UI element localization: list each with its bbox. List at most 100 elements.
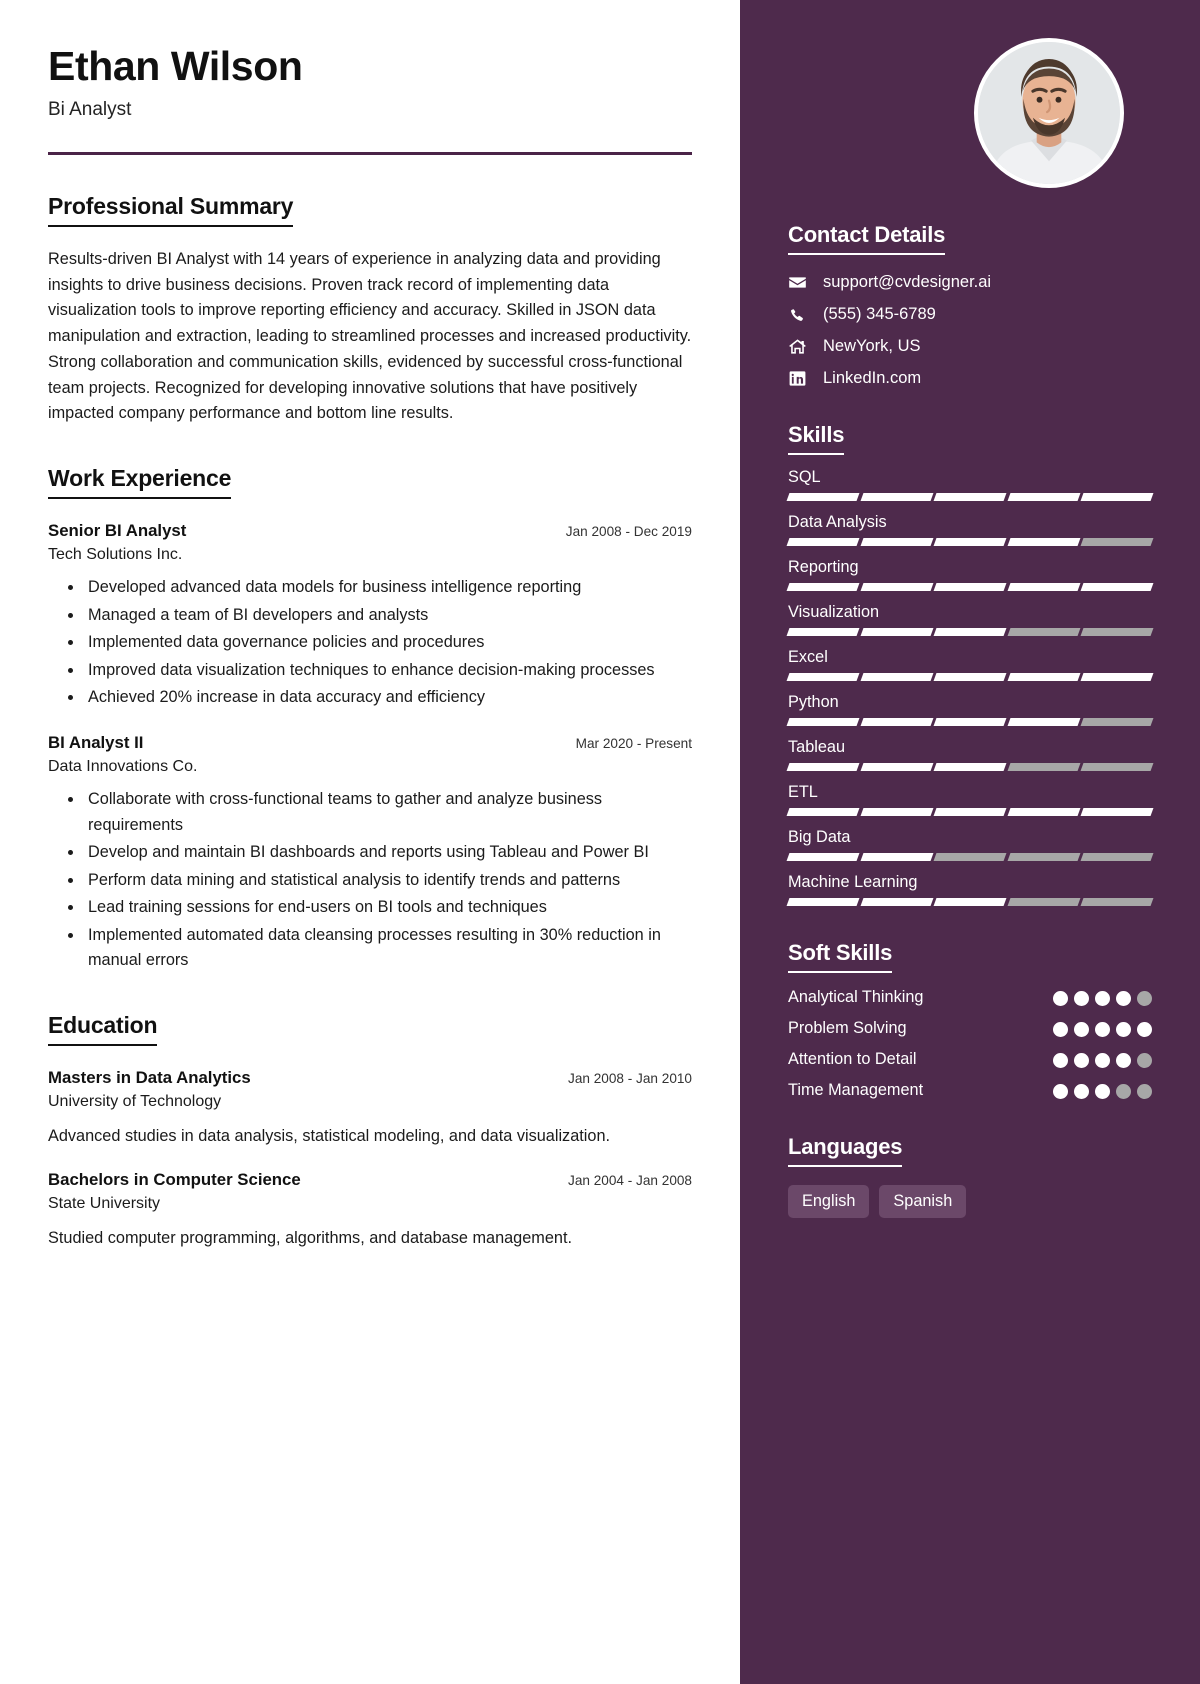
skill-item: Excel [786,648,1154,681]
contact-value-email: support@cvdesigner.ai [823,273,992,291]
skill-bar-segment [933,898,1007,906]
home-icon [788,337,814,356]
avatar-photo-icon [978,42,1120,184]
skill-name: Data Analysis [788,513,887,531]
contact-row-location[interactable]: NewYork, US [788,337,1152,356]
skill-bar-segment [1007,763,1080,771]
soft-skills-heading: Soft Skills [788,940,892,973]
skill-level-bar [786,673,1154,681]
skill-bar-segment [933,493,1007,501]
contact-row-linkedin[interactable]: LinkedIn.com [788,369,1152,388]
work-entry-org: Data Innovations Co. [48,757,198,775]
education-entry-date: Jan 2004 - Jan 2008 [568,1173,692,1189]
languages-section: Languages English Spanish [788,1134,1152,1219]
work-experience-section: Work Experience Senior BI Analyst Jan 20… [48,465,692,974]
soft-skill-row: Attention to Detail [788,1049,1152,1070]
skill-bar-segment [933,628,1007,636]
sidebar: Contact Details support@cvdesigner.ai (5… [740,0,1200,1684]
soft-skill-name: Problem Solving [788,1018,907,1037]
rating-dot [1053,991,1068,1006]
skill-name: Reporting [788,558,859,576]
rating-dot [1053,1052,1068,1068]
skill-bar-segment [1080,763,1154,771]
skill-item: Reporting [786,558,1154,591]
education-section: Education Masters in Data Analytics Jan … [48,1012,692,1251]
skill-bar-segment [1080,718,1154,726]
language-chip: English [788,1185,870,1219]
skill-bar-segment [933,763,1007,771]
work-entry-date: Jan 2008 - Dec 2019 [565,524,692,540]
skill-level-bar [786,853,1154,861]
rating-dot [1116,991,1131,1006]
professional-summary-section: Professional Summary Results-driven BI A… [48,193,692,427]
education-entry-title: Masters in Data Analytics [48,1067,251,1087]
soft-skill-name: Analytical Thinking [788,988,924,1006]
soft-skill-name: Time Management [788,1080,924,1099]
skill-name: Tableau [788,738,846,756]
soft-skill-row: Analytical Thinking [788,987,1152,1008]
languages-heading: Languages [788,1134,903,1168]
work-entry: Senior BI Analyst Jan 2008 - Dec 2019 Te… [48,521,692,711]
skill-bar-segment [1080,538,1154,546]
work-entry-date: Mar 2020 - Present [575,735,692,751]
skill-level-bar [786,808,1154,816]
skill-bar-segment [933,808,1007,816]
list-item: Achieved 20% increase in data accuracy a… [84,685,692,711]
work-experience-heading: Work Experience [48,465,231,500]
soft-skill-rating [1053,1080,1152,1099]
skill-level-bar [786,763,1154,771]
skill-bar-segment [933,583,1007,591]
soft-skill-rating [1053,1049,1152,1068]
skill-bar-segment [1007,853,1080,861]
skills-section: Skills SQL Data Analysis Reporting Visualiz… [786,422,1154,906]
rating-dot [1116,1021,1131,1037]
skill-name: Machine Learning [788,873,918,891]
skill-bar-segment [860,493,933,501]
soft-skills-section: Soft Skills Analytical Thinking Problem S… [788,940,1152,1100]
skill-level-bar [786,583,1154,591]
skill-item: Python [786,693,1154,726]
skill-bar-segment [786,628,860,636]
rating-dot [1095,1021,1110,1037]
education-entry-header: Bachelors in Computer Science Jan 2004 -… [48,1170,692,1190]
skill-bar-segment [786,853,860,861]
skill-bar-segment [786,718,860,726]
skills-heading: Skills [788,422,844,455]
main-column: Ethan Wilson Bi Analyst Professional Sum… [0,0,740,1684]
professional-summary-heading: Professional Summary [48,193,293,227]
list-item: Perform data mining and statistical anal… [84,868,692,894]
skill-bar-segment [933,673,1007,681]
rating-dot [1116,1052,1131,1068]
skill-bar-segment [786,583,860,591]
soft-skill-row: Time Management [788,1080,1152,1101]
rating-dot [1137,1083,1152,1099]
soft-skill-rating [1053,1018,1152,1037]
list-item: Managed a team of BI developers and anal… [84,603,692,629]
skill-bar-segment [860,628,933,636]
linkedin-icon [788,369,814,388]
contact-value-linkedin: LinkedIn.com [823,369,922,387]
rating-dot [1074,1021,1089,1037]
work-entry-bullets: Collaborate with cross-functional teams … [48,787,692,974]
skill-item: Visualization [786,603,1154,636]
header-block: Ethan Wilson Bi Analyst [48,43,692,155]
avatar [974,38,1124,188]
skill-bar-segment [860,808,933,816]
rating-dot [1095,1083,1110,1099]
skill-bar-segment [786,673,860,681]
skill-name: SQL [788,468,821,486]
skill-bar-segment [786,763,860,771]
rating-dot [1074,1052,1089,1068]
professional-summary-text: Results-driven BI Analyst with 14 years … [48,249,692,423]
contact-row-email[interactable]: support@cvdesigner.ai [788,273,1152,292]
education-entry-desc: Advanced studies in data analysis, stati… [48,1126,611,1145]
list-item: Develop and maintain BI dashboards and r… [84,840,692,866]
skill-bar-segment [933,538,1007,546]
contact-row-phone[interactable]: (555) 345-6789 [788,305,1152,324]
education-entry-title: Bachelors in Computer Science [48,1170,301,1190]
skill-bar-segment [1080,583,1154,591]
contact-value-phone: (555) 345-6789 [823,305,936,323]
soft-skill-rating [1053,987,1152,1006]
skill-bar-segment [786,538,860,546]
language-chip: Spanish [879,1185,967,1219]
